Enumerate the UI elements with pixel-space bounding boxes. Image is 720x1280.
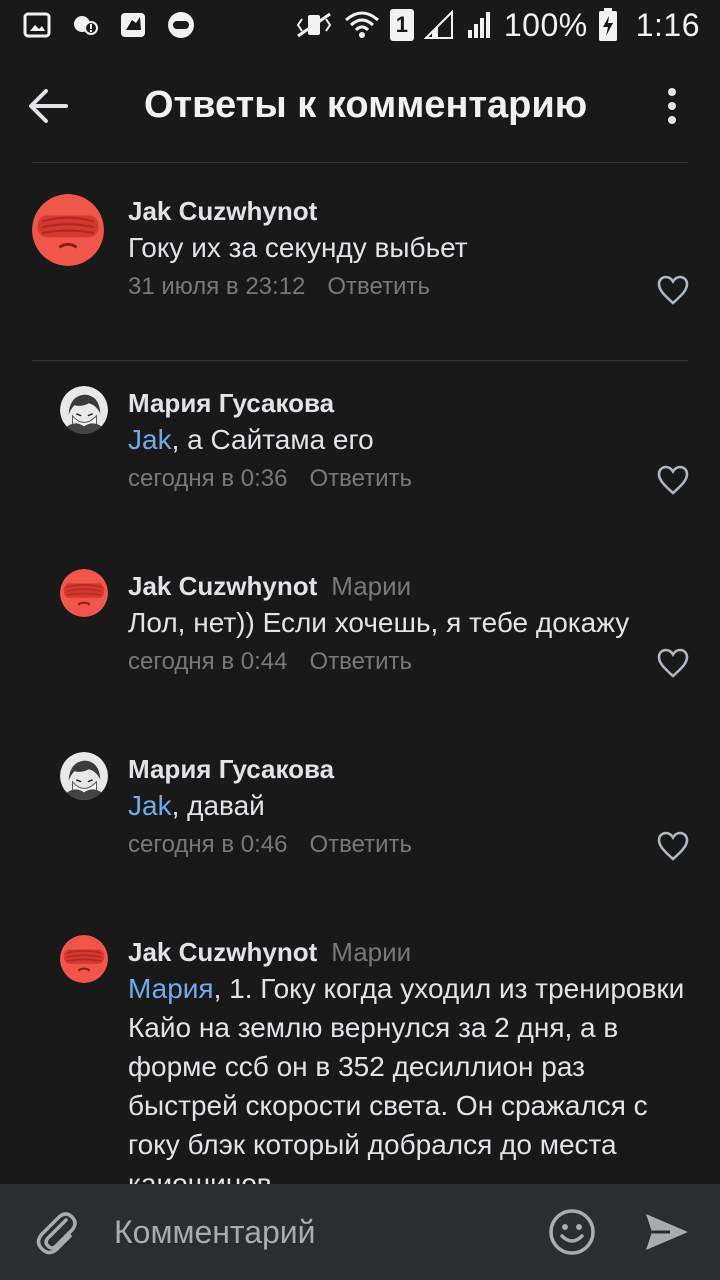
comment-text-content: , давай — [171, 790, 265, 821]
like-heart-icon[interactable] — [656, 830, 690, 862]
more-options-button[interactable] — [648, 80, 696, 132]
reply-to-label[interactable]: Марии — [331, 937, 411, 967]
comment-time: сегодня в 0:44 — [128, 648, 288, 675]
avatar[interactable] — [60, 386, 108, 434]
comment-composer — [0, 1184, 720, 1280]
comment-item: Jak Cuzwhynot Марии Мария, 1. Гоку когда … — [0, 935, 720, 1184]
status-bar: 1 100% 1:16 — [0, 0, 720, 50]
page-title: Ответы к комментарию — [144, 84, 588, 126]
comment-time: сегодня в 0:36 — [128, 465, 288, 492]
comment-input[interactable] — [114, 1202, 534, 1262]
comment-header: Jak Cuzwhynot Марии — [128, 935, 686, 969]
battery-charging-icon — [598, 8, 617, 41]
paperclip-icon[interactable] — [30, 1206, 82, 1258]
comment-body: Мария Гусакова Jak, а Сайтама его сегодн… — [128, 386, 690, 497]
comment-time: сегодня в 0:46 — [128, 831, 288, 858]
header-divider — [32, 162, 688, 163]
avatar[interactable] — [60, 935, 108, 983]
gallery-icon — [23, 12, 51, 38]
emoji-smile-icon[interactable] — [546, 1206, 598, 1258]
avatar[interactable] — [60, 569, 108, 617]
like-heart-icon[interactable] — [656, 647, 690, 679]
mention-link[interactable]: Jak — [128, 424, 172, 455]
comment-text: Jak, а Сайтама его — [128, 420, 690, 459]
comment-header: Мария Гусакова — [128, 752, 690, 786]
battery-percent: 100% — [503, 7, 588, 43]
like-heart-icon[interactable] — [656, 464, 690, 496]
reply-button[interactable]: Ответить — [309, 465, 412, 492]
comment-time: 31 июля в 23:12 — [128, 273, 306, 300]
send-icon[interactable] — [640, 1206, 692, 1258]
comment-author[interactable]: Jak Cuzwhynot — [128, 571, 317, 601]
comment-text: Мария, 1. Гоку когда уходил из тренировк… — [128, 969, 686, 1184]
signal-sim1-icon — [423, 10, 453, 39]
comment-meta: 31 июля в 23:12 Ответить — [128, 269, 690, 305]
clock: 1:16 — [635, 7, 700, 43]
comment-text-content: , 1. Гоку когда уходил из тренировки Кай… — [128, 973, 685, 1184]
comment-author[interactable]: Jak Cuzwhynot — [128, 937, 317, 967]
signal-sim2-icon — [467, 12, 490, 38]
cloud-alert-icon — [74, 16, 98, 35]
comment-body: Jak Cuzwhynot Гоку их за секунду выбьет … — [128, 194, 690, 305]
thread-divider — [32, 360, 688, 361]
avatar[interactable] — [60, 752, 108, 800]
reply-button[interactable]: Ответить — [309, 831, 412, 858]
comment-text: Гоку их за секунду выбьет — [128, 232, 468, 263]
reply-to-label[interactable]: Марии — [331, 571, 411, 601]
back-button[interactable] — [22, 80, 74, 132]
avatar[interactable] — [32, 194, 104, 266]
comment-meta: сегодня в 0:46 Ответить — [128, 827, 690, 863]
like-heart-icon[interactable] — [656, 274, 690, 306]
sim1-badge: 1 — [389, 9, 414, 41]
comment-body: Jak Cuzwhynot Марии Лол, нет)) Если хочеш… — [128, 569, 690, 680]
comment-text-content: , а Сайтама его — [171, 424, 374, 455]
status-system: 1 100% 1:16 — [294, 6, 700, 44]
comment-author[interactable]: Jak Cuzwhynot — [128, 196, 317, 226]
status-notifications — [22, 10, 196, 40]
reply-button[interactable]: Ответить — [327, 273, 430, 300]
comment-header: Jak Cuzwhynot — [128, 194, 690, 228]
comment-text: Jak, давай — [128, 786, 690, 825]
comment-header: Jak Cuzwhynot Марии — [128, 569, 690, 603]
mention-link[interactable]: Jak — [128, 790, 172, 821]
vibrate-mute-icon — [296, 12, 332, 38]
arrow-back-icon — [29, 89, 68, 123]
comment-meta: сегодня в 0:36 Ответить — [128, 461, 690, 497]
reply-button[interactable]: Ответить — [309, 648, 412, 675]
comment-body: Jak Cuzwhynot Марии Мария, 1. Гоку когда … — [128, 935, 686, 1184]
comment-header: Мария Гусакова — [128, 386, 690, 420]
more-vertical-icon — [668, 88, 676, 124]
comment-meta: сегодня в 0:44 Ответить — [128, 644, 690, 680]
comment-text: Лол, нет)) Если хочешь, я тебе докажу — [128, 607, 630, 638]
app-bar: Ответы к комментарию — [0, 50, 720, 162]
mention-link[interactable]: Мария — [128, 973, 214, 1004]
clean-app-icon — [121, 13, 145, 37]
comment-author[interactable]: Мария Гусакова — [128, 754, 334, 784]
comment-body: Мария Гусакова Jak, давай сегодня в 0:46… — [128, 752, 690, 863]
vk-messenger-icon — [168, 12, 194, 38]
comment-author[interactable]: Мария Гусакова — [128, 388, 334, 418]
wifi-icon — [344, 11, 379, 38]
